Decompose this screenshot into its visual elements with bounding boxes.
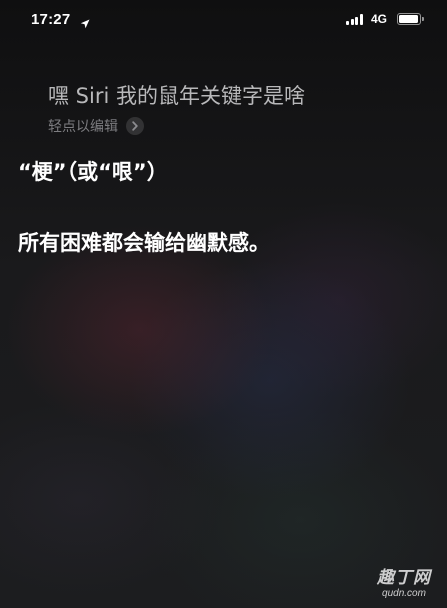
- siri-response-line-2: 所有困难都会输给幽默感。: [18, 231, 270, 255]
- watermark-url: qudn.com: [382, 588, 426, 599]
- siri-query-text[interactable]: 嘿 Siri 我的鼠年关键字是啥: [48, 80, 305, 110]
- location-arrow-icon: [80, 14, 90, 29]
- edit-hint-label: 轻点以编辑: [48, 119, 118, 135]
- siri-response-line-1: “梗”（或“哏”）: [18, 160, 168, 184]
- status-bar: 17:27 4G: [0, 0, 447, 40]
- chevron-right-icon[interactable]: [126, 117, 144, 135]
- battery-icon: [397, 13, 424, 25]
- network-type-label: 4G: [371, 12, 388, 26]
- cellular-signal-icon: [346, 14, 366, 25]
- watermark-logo: 趣丁网 qudn.com: [371, 568, 437, 600]
- watermark-name: 趣丁网: [377, 568, 431, 588]
- status-time: 17:27: [31, 11, 71, 28]
- tap-to-edit-button[interactable]: 轻点以编辑: [48, 116, 144, 136]
